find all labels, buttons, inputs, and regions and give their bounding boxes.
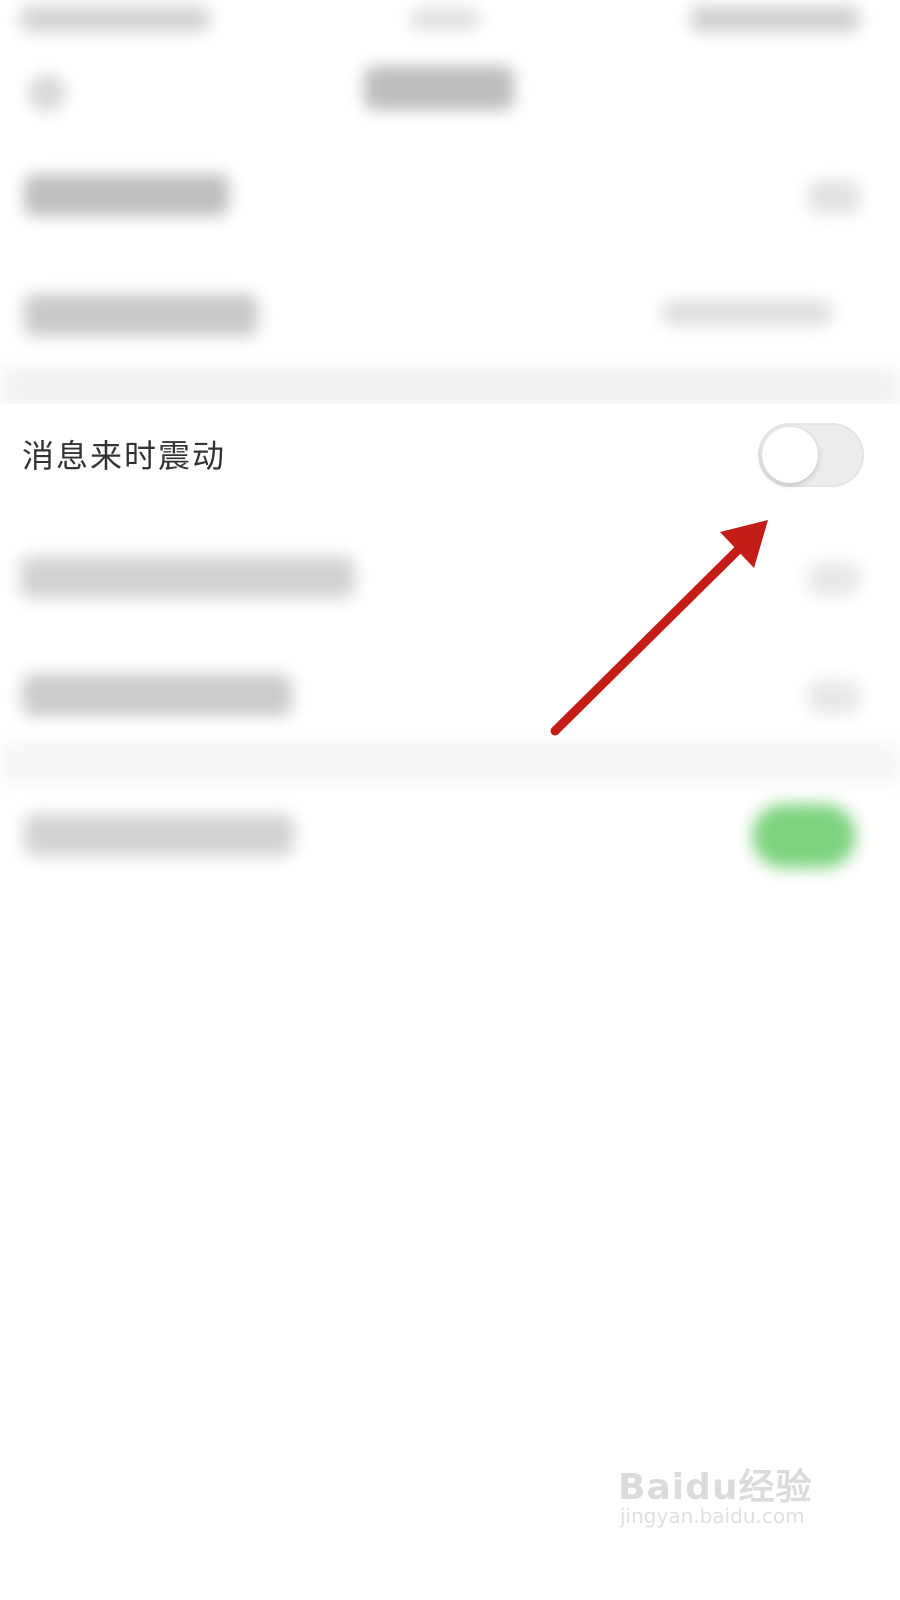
blurred-setting-row-label xyxy=(20,556,355,598)
toggle-knob xyxy=(762,427,818,483)
setting-label: 消息来时震动 xyxy=(22,437,227,475)
annotation-arrow xyxy=(550,520,768,736)
blurred-setting-row-control[interactable] xyxy=(808,180,860,214)
status-bar-left xyxy=(20,6,210,32)
blurred-setting-row-control[interactable] xyxy=(808,562,860,596)
setting-row-vibrate-on-message[interactable]: 消息来时震动 xyxy=(0,404,900,506)
blurred-setting-row-label xyxy=(24,294,258,336)
blurred-setting-row-value[interactable] xyxy=(662,300,832,326)
status-bar-right xyxy=(690,6,860,32)
blurred-toggle-on[interactable] xyxy=(752,804,856,868)
watermark-url: jingyan.baidu.com xyxy=(620,1504,805,1528)
back-button[interactable] xyxy=(28,74,66,112)
vibrate-toggle[interactable] xyxy=(758,423,864,487)
baidu-jingyan-watermark: Baidu经验 jingyan.baidu.com xyxy=(618,1458,848,1548)
blurred-setting-row-label xyxy=(22,674,292,716)
status-bar-center xyxy=(410,8,480,30)
arrow-head xyxy=(720,520,768,568)
section-divider xyxy=(0,742,900,784)
blurred-setting-row-control[interactable] xyxy=(808,680,860,714)
arrow-shaft xyxy=(550,535,753,736)
watermark-brand: Baidu经验 xyxy=(618,1467,813,1508)
page-title xyxy=(364,66,514,110)
section-divider xyxy=(0,366,900,408)
blurred-setting-row-label xyxy=(24,814,294,856)
blurred-setting-row-label xyxy=(24,174,229,216)
settings-screen: 消息来时震动 Baidu经验 jingyan.baidu.com xyxy=(0,0,900,1600)
